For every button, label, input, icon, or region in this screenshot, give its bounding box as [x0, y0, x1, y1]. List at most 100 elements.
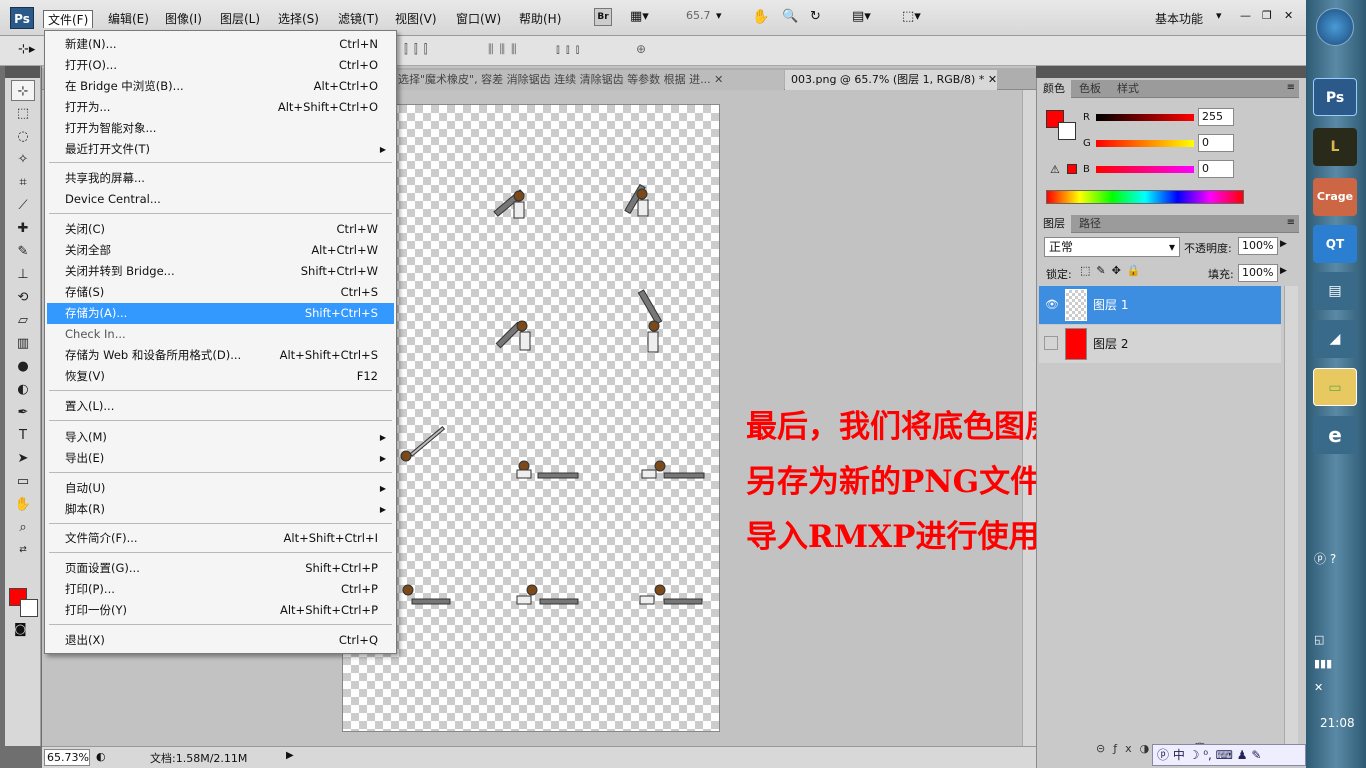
- align-buttons-icon[interactable]: ⫿⫿⫿: [404, 42, 434, 57]
- b-value-field[interactable]: 0: [1198, 160, 1234, 178]
- tab-swatches[interactable]: 色板: [1073, 80, 1107, 98]
- layers-scrollbar[interactable]: [1284, 286, 1298, 746]
- visibility-toggle[interactable]: [1044, 336, 1058, 350]
- help-icon[interactable]: ⓟ ?: [1314, 550, 1336, 567]
- quick-mask-icon[interactable]: ◙: [14, 622, 27, 637]
- tab-close-icon[interactable]: ✕: [714, 73, 723, 86]
- menu-edit[interactable]: 编辑(E): [104, 10, 153, 28]
- menu-item-revert[interactable]: 恢复(V) F12: [47, 366, 394, 387]
- screen-mode-icon[interactable]: ⬚▾: [902, 9, 921, 24]
- restore-icon[interactable]: ❐: [1262, 9, 1272, 22]
- close-icon[interactable]: ✕: [1284, 9, 1293, 22]
- zoom-tool-icon[interactable]: ⌕: [11, 517, 35, 538]
- brush-tool-icon[interactable]: ✎: [11, 241, 35, 262]
- hand-tool-icon[interactable]: ✋: [752, 9, 769, 25]
- blend-mode-select[interactable]: 正常 ▾: [1044, 237, 1180, 257]
- gamut-warning-icon[interactable]: ⚠: [1050, 163, 1060, 176]
- tab-close-icon[interactable]: ✕: [988, 73, 997, 86]
- menu-item-print[interactable]: 打印(P)... Ctrl+P: [47, 579, 394, 600]
- g-slider[interactable]: [1096, 140, 1194, 147]
- magic-wand-tool-icon[interactable]: ✧: [11, 149, 35, 170]
- arrange-documents-icon[interactable]: ▤▾: [852, 9, 871, 24]
- menu-item-exit[interactable]: 退出(X) Ctrl+Q: [47, 630, 394, 651]
- tab-styles[interactable]: 样式: [1111, 80, 1145, 98]
- clone-stamp-tool-icon[interactable]: ⊥: [11, 264, 35, 285]
- menu-item-scripts[interactable]: 脚本(R) ▶: [47, 499, 394, 520]
- menu-select[interactable]: 选择(S): [274, 10, 323, 28]
- menu-item-browse-bridge[interactable]: 在 Bridge 中浏览(B)... Alt+Ctrl+O: [47, 76, 394, 97]
- color-background-swatch[interactable]: [1058, 122, 1076, 140]
- menu-item-file-info[interactable]: 文件简介(F)... Alt+Shift+Ctrl+I: [47, 528, 394, 549]
- tray-icons[interactable]: ◱ ▮▮▮ ✕: [1314, 628, 1332, 700]
- menu-item-print-one-copy[interactable]: 打印一份(Y) Alt+Shift+Ctrl+P: [47, 600, 394, 621]
- type-tool-icon[interactable]: T: [11, 425, 35, 446]
- ime-tools-icon[interactable]: ☽ ⁰, ⌨ ♟ ✎: [1185, 748, 1262, 762]
- menu-item-open[interactable]: 打开(O)... Ctrl+O: [47, 55, 394, 76]
- taskbar-app-lol[interactable]: L: [1313, 128, 1357, 166]
- tab-previous-document[interactable]: 选择"魔术橡皮", 容差 消除锯齿 连续 清除锯齿 等参数 根据 进... ✕: [392, 70, 784, 90]
- tab-paths[interactable]: 路径: [1073, 215, 1107, 233]
- layer-row-1[interactable]: 👁 图层 1: [1039, 286, 1281, 324]
- menu-filter[interactable]: 滤镜(T): [334, 10, 383, 28]
- tab-color[interactable]: 颜色: [1037, 80, 1071, 98]
- status-menu-icon[interactable]: ◐: [96, 750, 106, 763]
- auto-align-icon[interactable]: ⊕: [636, 42, 646, 56]
- history-brush-tool-icon[interactable]: ⟲: [11, 287, 35, 308]
- background-color-swatch[interactable]: [20, 599, 38, 617]
- lasso-tool-icon[interactable]: ◌: [11, 126, 35, 147]
- workspace-switcher[interactable]: 基本功能: [1155, 10, 1203, 27]
- tab-current-document[interactable]: 003.png @ 65.7% (图层 1, RGB/8) * ✕: [785, 70, 997, 90]
- menu-item-check-in[interactable]: Check In...: [47, 324, 394, 345]
- color-ramp[interactable]: [1046, 190, 1244, 204]
- menu-help[interactable]: 帮助(H): [515, 10, 565, 28]
- zoom-field[interactable]: 65.73%: [44, 749, 90, 766]
- menu-item-close[interactable]: 关闭(C) Ctrl+W: [47, 219, 394, 240]
- menu-view[interactable]: 视图(V): [391, 10, 441, 28]
- menu-layer[interactable]: 图层(L): [216, 10, 264, 28]
- menu-item-page-setup[interactable]: 页面设置(G)... Shift+Ctrl+P: [47, 558, 394, 579]
- menu-item-save-for-web[interactable]: 存储为 Web 和设备所用格式(D)... Alt+Shift+Ctrl+S: [47, 345, 394, 366]
- ime-bar[interactable]: ⓟ 中 ☽ ⁰, ⌨ ♟ ✎: [1152, 744, 1306, 766]
- bridge-button[interactable]: Br: [594, 8, 612, 26]
- taskbar-app-crage[interactable]: Crage: [1313, 178, 1357, 216]
- gradient-tool-icon[interactable]: ▥: [11, 333, 35, 354]
- dodge-tool-icon[interactable]: ◐: [11, 379, 35, 400]
- path-selection-tool-icon[interactable]: ➤: [11, 448, 35, 469]
- hand-tool-icon[interactable]: ✋: [11, 494, 35, 515]
- menu-window[interactable]: 窗口(W): [452, 10, 505, 28]
- tab-layers[interactable]: 图层: [1037, 215, 1071, 233]
- windows-start-icon[interactable]: [1316, 8, 1354, 46]
- layer-name[interactable]: 图层 1: [1093, 286, 1128, 324]
- menu-item-place[interactable]: 置入(L)...: [47, 396, 394, 417]
- taskbar-app-ie[interactable]: e: [1313, 416, 1357, 454]
- menu-image[interactable]: 图像(I): [161, 10, 206, 28]
- distribute-h-buttons-icon[interactable]: ⫾⫾⫾: [556, 42, 586, 57]
- r-slider[interactable]: [1096, 114, 1194, 121]
- move-tool-preset-icon[interactable]: ⊹▸: [18, 42, 35, 57]
- menu-item-new[interactable]: 新建(N)... Ctrl+N: [47, 34, 394, 55]
- menu-item-save-as[interactable]: 存储为(A)... Shift+Ctrl+S: [47, 303, 394, 324]
- fill-arrow-icon[interactable]: ▶: [1280, 266, 1287, 276]
- panel-menu-icon[interactable]: ≡: [1287, 82, 1295, 93]
- workspace-dropdown-icon[interactable]: ▾: [1216, 9, 1222, 22]
- move-tool-icon[interactable]: ⊹: [11, 80, 35, 101]
- menu-item-export[interactable]: 导出(E) ▶: [47, 448, 394, 469]
- eraser-tool-icon[interactable]: ▱: [11, 310, 35, 331]
- zoom-tool-icon[interactable]: 🔍: [782, 9, 798, 24]
- menu-item-close-all[interactable]: 关闭全部 Alt+Ctrl+W: [47, 240, 394, 261]
- g-value-field[interactable]: 0: [1198, 134, 1234, 152]
- panel-menu-icon[interactable]: ≡: [1287, 217, 1295, 228]
- ime-mode[interactable]: 中: [1173, 748, 1185, 762]
- status-arrow-icon[interactable]: ▶: [286, 750, 294, 761]
- shape-tool-icon[interactable]: ▭: [11, 471, 35, 492]
- layer-row-2[interactable]: 图层 2: [1039, 325, 1281, 363]
- b-slider[interactable]: [1096, 166, 1194, 173]
- taskbar-app-explorer-icon[interactable]: ▭: [1313, 368, 1357, 406]
- r-value-field[interactable]: 255: [1198, 108, 1234, 126]
- menu-item-save[interactable]: 存储(S) Ctrl+S: [47, 282, 394, 303]
- minimize-icon[interactable]: —: [1240, 9, 1251, 22]
- layer-name[interactable]: 图层 2: [1093, 325, 1128, 363]
- menu-item-close-go-bridge[interactable]: 关闭并转到 Bridge... Shift+Ctrl+W: [47, 261, 394, 282]
- menu-item-open-smart-object[interactable]: 打开为智能对象...: [47, 118, 394, 139]
- menu-item-share-screen[interactable]: 共享我的屏幕...: [47, 168, 394, 189]
